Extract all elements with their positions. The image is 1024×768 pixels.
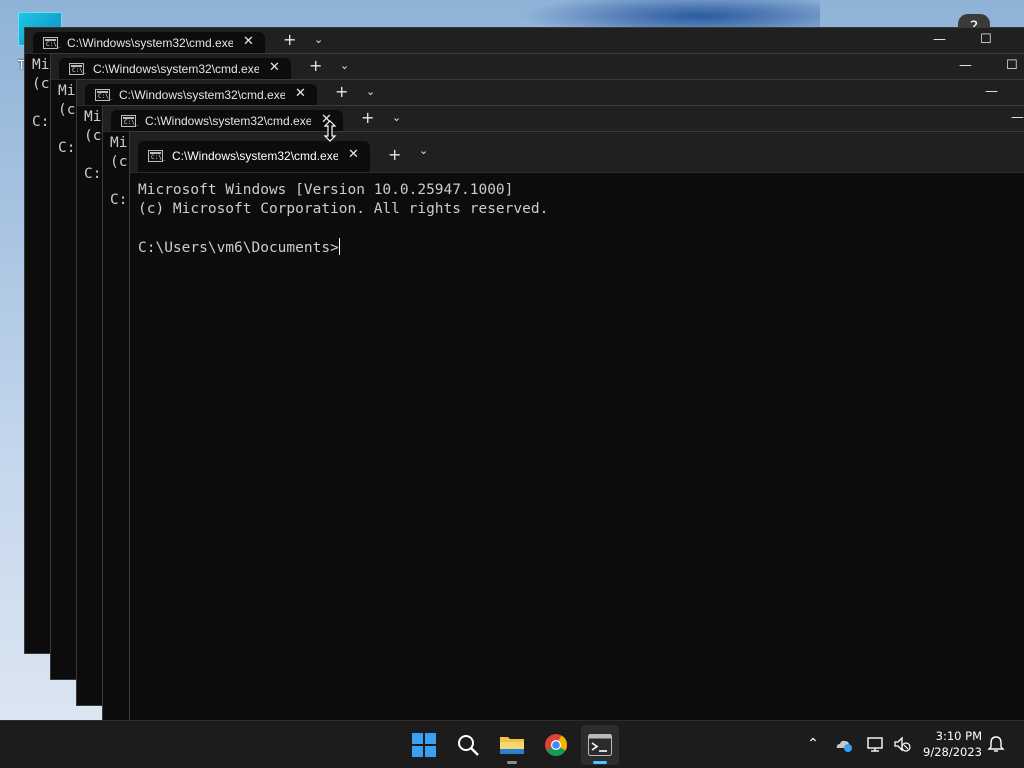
command-prompt[interactable]: C:\Users\vm6\Documents> [138,240,339,256]
new-tab-button[interactable]: + [361,108,374,127]
tab-title: C:\Windows\system32\cmd.exe [93,62,259,76]
chevron-down-icon[interactable]: ⌄ [419,144,428,157]
cmd-icon: C:\_ [148,150,165,162]
running-indicator [507,761,517,764]
terminal-line: C: [110,192,128,208]
file-explorer-button[interactable] [493,725,531,765]
terminal-button[interactable] [581,725,619,765]
chevron-down-icon[interactable]: ⌄ [340,59,349,72]
desktop: T ? C:\_ C:\Windows\system32\cmd.exe ✕ +… [0,0,1024,768]
cmd-icon: C:\_ [95,89,112,101]
chevron-down-icon[interactable]: ⌄ [392,111,401,124]
start-button[interactable] [405,725,443,765]
cmd-icon: C:\_ [121,115,138,127]
resize-vertical-cursor-icon [323,120,337,142]
window-titlebar[interactable]: C:\_ C:\Windows\system32\cmd.exe ✕ + ⌄ —… [25,28,1024,54]
text-cursor [338,238,340,255]
tab-title: C:\Windows\system32\cmd.exe [145,114,311,128]
terminal-line: C: [32,114,50,130]
search-button[interactable] [449,725,487,765]
notification-bell-icon[interactable] [986,734,1006,754]
minimize-button[interactable]: — [985,84,998,99]
terminal-line: C: [84,166,102,182]
terminal-tab[interactable]: C:\_ C:\Windows\system32\cmd.exe ✕ [85,84,317,105]
chevron-down-icon[interactable]: ⌄ [366,85,375,98]
terminal-line: Microsoft Windows [Version 10.0.25947.10… [138,182,514,198]
network-icon[interactable] [866,734,886,754]
new-tab-button[interactable]: + [283,30,296,49]
terminal-output[interactable]: Microsoft Windows [Version 10.0.25947.10… [130,173,1024,266]
terminal-line: (c [32,76,50,92]
terminal-tab[interactable]: C:\_ C:\Windows\system32\cmd.exe ✕ [111,110,343,131]
tab-close-button[interactable]: ✕ [269,60,280,75]
tab-title: C:\Windows\system32\cmd.exe [119,88,285,102]
maximize-button[interactable]: ☐ [1006,58,1018,73]
terminal-window-active[interactable]: C:\_ C:\Windows\system32\cmd.exe ✕ + ⌄ M… [129,131,1024,731]
terminal-line: (c [58,102,76,118]
new-tab-button[interactable]: + [309,56,322,75]
terminal-tab[interactable]: C:\_ C:\Windows\system32\cmd.exe ✕ [33,32,265,53]
volume-muted-icon[interactable] [892,734,912,754]
chevron-up-icon[interactable]: ⌃ [803,734,823,754]
tab-title: C:\Windows\system32\cmd.exe [172,149,338,163]
minimize-button[interactable]: — [933,32,946,47]
windows-logo-icon [412,733,436,757]
clock-time: 3:10 PM [935,729,982,743]
terminal-line: Mi [58,83,76,99]
new-tab-button[interactable]: + [388,145,401,164]
chrome-button[interactable] [537,725,575,765]
onedrive-icon[interactable] [834,734,854,754]
terminal-line: Mi [32,57,50,73]
terminal-line: (c [110,154,128,170]
terminal-tab[interactable]: C:\_ C:\Windows\system32\cmd.exe ✕ [59,58,291,79]
minimize-button[interactable]: — [1011,110,1024,125]
window-titlebar[interactable]: C:\_ C:\Windows\system32\cmd.exe ✕ + ⌄ — [77,80,1024,106]
terminal-line: Mi [110,135,128,151]
terminal-line: (c [84,128,102,144]
window-titlebar[interactable]: C:\_ C:\Windows\system32\cmd.exe ✕ + ⌄ [130,132,1024,173]
folder-icon [500,737,524,754]
active-indicator [593,761,607,764]
terminal-line: (c) Microsoft Corporation. All rights re… [138,201,549,217]
search-icon [458,735,479,756]
tab-close-button[interactable]: ✕ [348,147,359,162]
cmd-icon: C:\_ [69,63,86,75]
terminal-icon [588,734,612,756]
tab-title: C:\Windows\system32\cmd.exe [67,36,233,50]
maximize-button[interactable]: ☐ [980,32,992,47]
tab-close-button[interactable]: ✕ [243,34,254,49]
minimize-button[interactable]: — [959,58,972,73]
window-titlebar[interactable]: C:\_ C:\Windows\system32\cmd.exe ✕ + ⌄ —… [51,54,1024,80]
tab-close-button[interactable]: ✕ [295,86,306,101]
terminal-line: Mi [84,109,102,125]
system-clock[interactable]: 3:10 PM 9/28/2023 [912,728,982,760]
terminal-line: C: [58,140,76,156]
clock-date: 9/28/2023 [923,745,982,759]
new-tab-button[interactable]: + [335,82,348,101]
window-titlebar[interactable]: C:\_ C:\Windows\system32\cmd.exe ✕ + ⌄ — [103,106,1024,132]
terminal-tab-active[interactable]: C:\_ C:\Windows\system32\cmd.exe ✕ [138,141,370,172]
cmd-icon: C:\_ [43,37,60,49]
chevron-down-icon[interactable]: ⌄ [314,33,323,46]
chrome-icon [545,734,567,756]
